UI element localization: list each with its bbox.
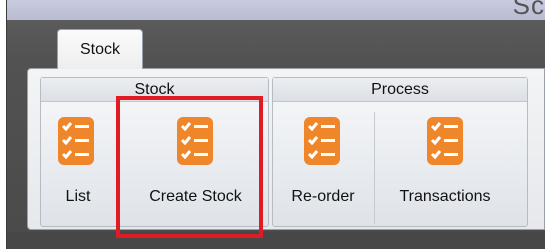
re-order-button[interactable]: Re-order	[275, 112, 371, 226]
ribbon-group-process: Process Re-order Transactions	[272, 77, 528, 227]
application-window: Sc Stock Stock List Create Stock Process…	[7, 0, 545, 249]
transactions-button-label: Transactions	[399, 188, 491, 205]
list-button[interactable]: List	[43, 112, 113, 226]
ribbon-group-process-title: Process	[273, 78, 527, 102]
window-title: Sc	[512, 0, 545, 20]
tab-stock-label: Stock	[79, 40, 120, 58]
title-bar: Sc	[7, 0, 545, 20]
checklist-icon	[427, 117, 463, 165]
re-order-button-label: Re-order	[291, 188, 355, 205]
content-area-edge	[7, 232, 545, 249]
tab-stock[interactable]: Stock	[57, 29, 143, 69]
ribbon-panel: Stock List Create Stock Process Re-order…	[27, 68, 545, 230]
ribbon-separator	[374, 112, 375, 224]
list-button-label: List	[65, 188, 91, 205]
checklist-icon	[304, 117, 340, 165]
transactions-button[interactable]: Transactions	[377, 112, 513, 226]
checklist-icon	[58, 117, 94, 165]
highlight-box	[116, 96, 263, 238]
